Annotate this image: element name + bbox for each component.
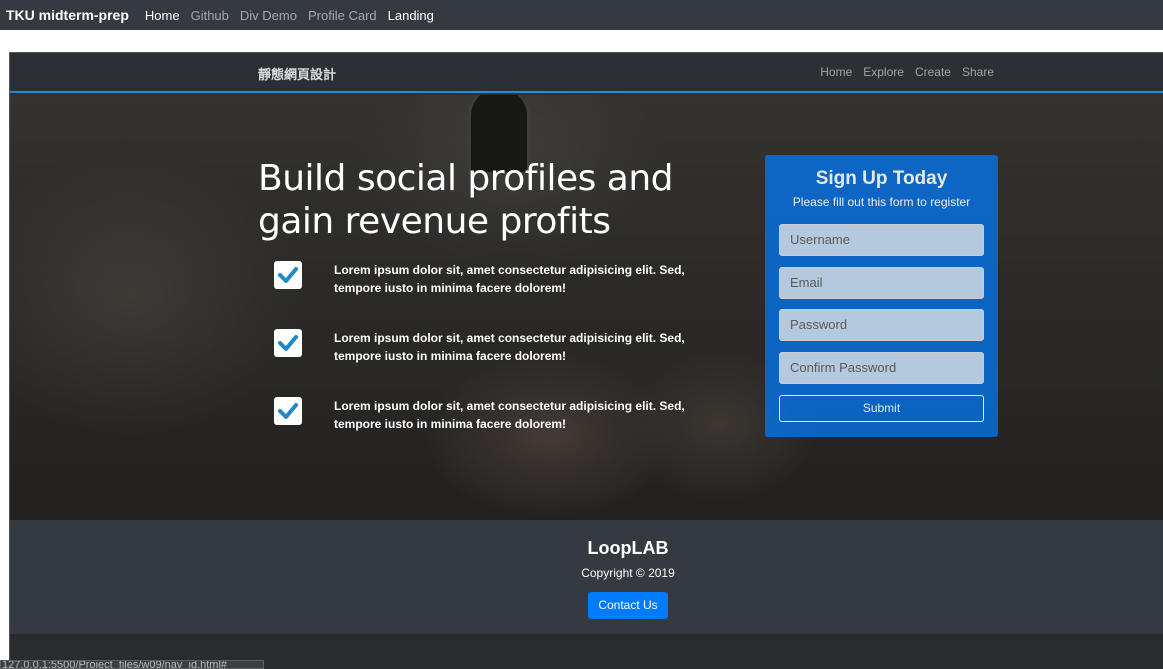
inner-navbar: 靜態網頁設計 Home Explore Create Share bbox=[10, 53, 1163, 93]
inner-link-share[interactable]: Share bbox=[962, 65, 994, 79]
signup-title: Sign Up Today bbox=[815, 168, 948, 189]
feature-text: Lorem ipsum dolor sit, amet consectetur … bbox=[334, 263, 685, 295]
confirm-password-input[interactable]: Confirm Password bbox=[779, 352, 984, 384]
outer-link-profile-card[interactable]: Profile Card bbox=[308, 8, 377, 23]
contact-us-button[interactable]: Contact Us bbox=[588, 592, 668, 619]
username-input[interactable]: Username bbox=[779, 224, 984, 256]
spacer bbox=[0, 30, 1163, 50]
inner-brand[interactable]: 靜態網頁設計 bbox=[258, 64, 336, 83]
signup-subtitle: Please fill out this form to register bbox=[792, 195, 971, 209]
feature-text: Lorem ipsum dolor sit, amet consectetur … bbox=[334, 399, 685, 431]
outer-link-github[interactable]: Github bbox=[191, 8, 229, 23]
embedded-page: 靜態網頁設計 Home Explore Create Share Build s… bbox=[9, 52, 1163, 669]
inner-link-create[interactable]: Create bbox=[915, 65, 951, 79]
footer-brand: LoopLAB bbox=[587, 538, 669, 558]
checkmark-icon bbox=[274, 261, 302, 289]
status-bar-url: 127.0.0.1:5500/Project_files/w09/nav_id.… bbox=[0, 660, 264, 669]
hero-headline: Build social profiles and gain revenue p… bbox=[258, 158, 674, 242]
inner-link-home[interactable]: Home bbox=[820, 65, 852, 79]
email-input[interactable]: Email bbox=[779, 267, 984, 299]
inner-nav-links: Home Explore Create Share bbox=[809, 65, 994, 79]
outer-brand[interactable]: TKU midterm-prep bbox=[6, 7, 129, 23]
outer-link-home[interactable]: Home bbox=[145, 8, 180, 23]
checkmark-icon bbox=[274, 329, 302, 357]
feature-item: Lorem ipsum dolor sit, amet consectetur … bbox=[274, 329, 694, 365]
outer-link-landing[interactable]: Landing bbox=[388, 8, 434, 23]
feature-text: Lorem ipsum dolor sit, amet consectetur … bbox=[334, 331, 685, 363]
feature-item: Lorem ipsum dolor sit, amet consectetur … bbox=[274, 397, 694, 433]
outer-navbar: TKU midterm-prep Home Github Div Demo Pr… bbox=[0, 0, 1163, 30]
submit-button[interactable]: Submit bbox=[779, 395, 984, 422]
password-input[interactable]: Password bbox=[779, 309, 984, 341]
outer-link-div-demo[interactable]: Div Demo bbox=[240, 8, 297, 23]
footer-copyright: Copyright © 2019 bbox=[581, 566, 675, 580]
inner-link-explore[interactable]: Explore bbox=[863, 65, 904, 79]
feature-item: Lorem ipsum dolor sit, amet consectetur … bbox=[274, 261, 694, 297]
embedded-page-frame: 靜態網頁設計 Home Explore Create Share Build s… bbox=[0, 50, 1163, 669]
hero-section: Build social profiles and gain revenue p… bbox=[10, 95, 1163, 520]
signup-card: Sign Up Today Please fill out this form … bbox=[765, 155, 998, 437]
checkmark-icon bbox=[274, 397, 302, 425]
footer: LoopLAB Copyright © 2019 Contact Us bbox=[10, 520, 1163, 634]
